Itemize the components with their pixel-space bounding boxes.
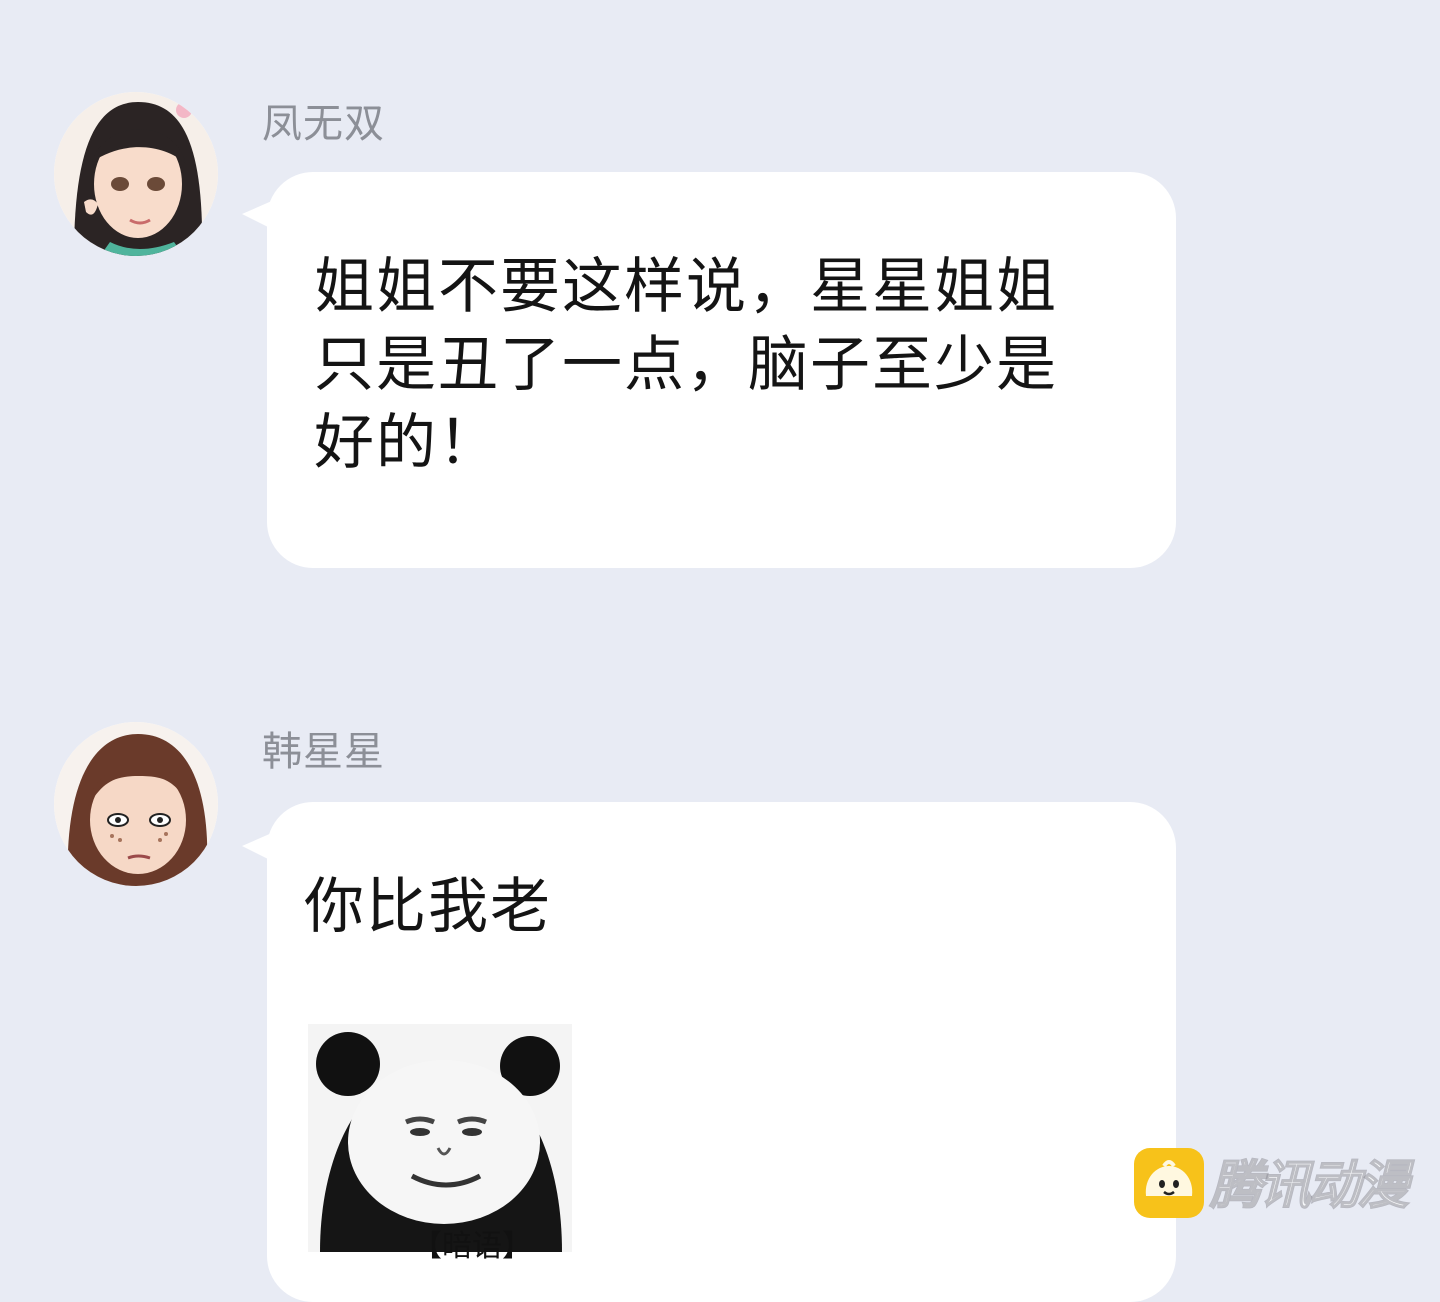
bun-face-icon: [1134, 1148, 1204, 1218]
message-text: 姐姐不要这样说，星星姐姐 只是丑了一点，脑子至少是 好的！: [314, 252, 1058, 478]
avatar-feng-wushuang[interactable]: [54, 92, 218, 256]
sender-name: 韩星星: [262, 729, 385, 775]
message-text: 你比我老: [304, 872, 552, 942]
girl-portrait-icon: [54, 722, 218, 886]
avatar-han-xingxing[interactable]: [54, 722, 218, 886]
watermark-text: 腾讯动漫: [1209, 1156, 1410, 1216]
panda-face-icon: [308, 1024, 572, 1252]
girl-portrait-icon: [54, 92, 218, 256]
sender-name: 凤无双: [262, 101, 385, 147]
panda-meme-sticker[interactable]: [308, 1024, 572, 1252]
sticker-caption: 【暗语】: [412, 1229, 532, 1264]
